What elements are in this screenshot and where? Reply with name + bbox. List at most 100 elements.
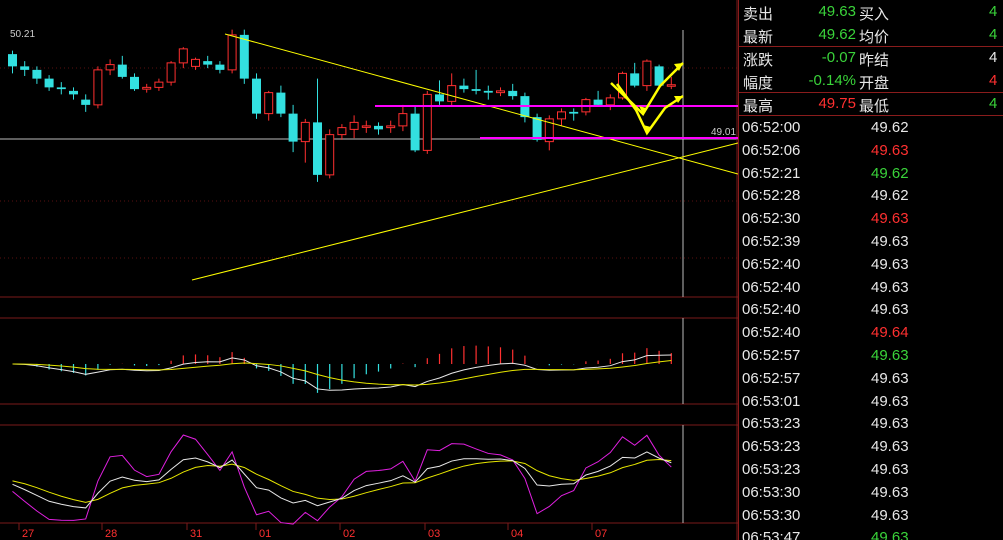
candle-body <box>227 34 237 71</box>
candle-body <box>666 84 676 87</box>
candle-body <box>105 64 115 71</box>
tick-row: 06:52:39 49.63 <box>739 230 1003 253</box>
quote-label: 最高 <box>743 98 774 115</box>
tick-row: 06:52:28 49.62 <box>739 184 1003 207</box>
candle-body <box>313 122 322 175</box>
trendline-lower <box>191 142 738 281</box>
tick-price: 49.63 <box>871 415 909 433</box>
candle-body <box>215 64 225 70</box>
tick-row: 06:53:23 49.63 <box>739 458 1003 481</box>
tick-price: 49.62 <box>871 164 909 182</box>
candle <box>313 78 322 182</box>
tick-row: 06:53:47 49.63 <box>739 526 1003 540</box>
tick-price: 49.63 <box>871 461 909 478</box>
candle <box>69 87 78 100</box>
candle <box>447 73 457 107</box>
quote-value-secondary: 4 <box>989 72 998 89</box>
candle-body <box>300 121 310 143</box>
candle-body <box>630 73 640 86</box>
candle-body <box>20 66 30 70</box>
candle-body <box>459 85 469 90</box>
quote-row: 卖出 49.63 买入 4 <box>739 0 1003 23</box>
macd-panel <box>12 345 672 393</box>
tick-price: 49.63 <box>871 483 909 501</box>
tick-time: 06:52:40 <box>742 324 801 342</box>
candle-body <box>325 134 335 176</box>
candle <box>105 59 115 76</box>
candle <box>642 59 652 91</box>
candle <box>520 92 530 123</box>
candle <box>178 47 188 69</box>
candle-body <box>81 99 91 105</box>
kdj-j-line <box>12 434 672 525</box>
candle-body <box>154 81 164 88</box>
candle-body <box>56 87 66 90</box>
candle-body <box>166 62 176 83</box>
tick-time: 06:52:40 <box>742 255 801 273</box>
candle-body <box>483 90 493 93</box>
price-label-high: 50.21 <box>10 29 35 40</box>
quote-label: 卖出 <box>743 6 774 23</box>
tick-row: 06:52:40 49.63 <box>739 276 1003 299</box>
tick-time: 06:53:47 <box>742 529 801 540</box>
candle-body <box>44 78 54 88</box>
candle <box>593 90 603 107</box>
candle <box>544 115 554 151</box>
quote-value: 49.63 <box>818 3 856 20</box>
candle <box>630 62 640 88</box>
tick-time: 06:52:00 <box>742 119 801 136</box>
candle-body <box>8 54 17 67</box>
candle-body <box>117 64 127 77</box>
quote-value: 49.62 <box>818 26 856 43</box>
quote-value: 49.75 <box>818 95 856 112</box>
candle-body <box>605 97 615 106</box>
tick-time: 06:52:40 <box>742 301 801 319</box>
quote-label: 涨跌 <box>743 52 774 69</box>
candle <box>130 73 139 91</box>
candle <box>166 61 176 86</box>
quote-row: 最高 49.75 最低 4 <box>739 92 1003 115</box>
trendline-upper <box>224 33 738 175</box>
tick-time: 06:52:28 <box>742 187 801 205</box>
quote-row: 涨跌 -0.07 昨结 4 <box>739 46 1003 69</box>
tick-time: 06:52:21 <box>742 164 801 182</box>
tick-time: 06:53:01 <box>742 392 801 410</box>
tick-price: 49.62 <box>871 119 909 136</box>
tick-price: 49.63 <box>871 210 909 228</box>
candle-body <box>252 78 261 114</box>
price-label-ref: 49.01 <box>711 127 736 138</box>
candle-body <box>557 111 566 120</box>
candle <box>20 61 30 76</box>
candle-body <box>374 125 383 130</box>
tick-row: 06:52:40 49.63 <box>739 298 1003 321</box>
candle-body <box>569 111 579 114</box>
tick-row: 06:52:40 49.64 <box>739 321 1003 344</box>
candle <box>557 108 566 126</box>
tick-time: 06:53:30 <box>742 483 801 501</box>
candle-body <box>349 121 359 130</box>
tick-price: 49.63 <box>871 392 909 410</box>
x-tick-label: 27 <box>22 528 34 540</box>
candle-body <box>471 89 481 91</box>
candle <box>508 83 518 100</box>
candle <box>422 90 432 154</box>
quote-row: 最新 49.62 均价 4 <box>739 23 1003 46</box>
tick-time: 06:53:23 <box>742 461 801 478</box>
quote-label-secondary: 昨结 <box>859 52 890 69</box>
tick-row: 06:52:40 49.63 <box>739 253 1003 276</box>
candle <box>32 66 42 84</box>
candle-body <box>435 94 444 102</box>
tick-time: 06:52:06 <box>742 141 801 159</box>
candle <box>459 78 469 93</box>
tick-row: 06:53:23 49.63 <box>739 412 1003 435</box>
grid-lines <box>0 0 738 540</box>
tick-price: 49.63 <box>871 438 909 456</box>
tick-time: 06:53:30 <box>742 506 801 524</box>
candle-body <box>288 113 298 142</box>
tick-row: 06:52:57 49.63 <box>739 344 1003 367</box>
tick-price: 49.63 <box>871 369 909 387</box>
candle-body <box>422 93 432 151</box>
candle <box>44 75 54 91</box>
kline-chart-area[interactable]: 50.21 49.01 27 28 31 01 02 03 04 07 <box>0 0 738 540</box>
tick-row: 06:53:01 49.63 <box>739 390 1003 413</box>
